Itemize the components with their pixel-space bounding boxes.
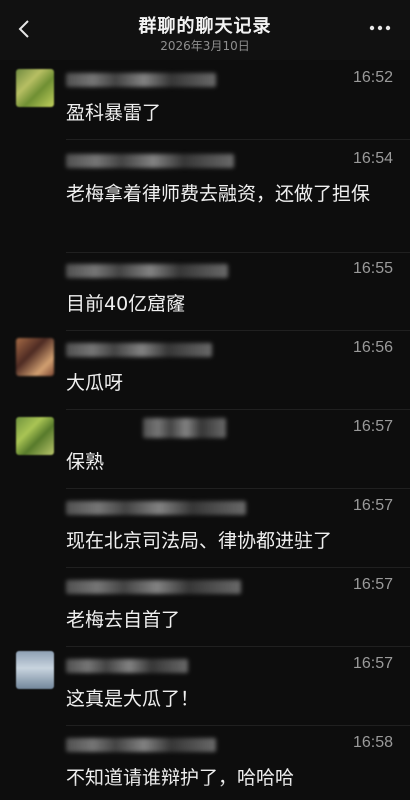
- message-time: 16:57: [352, 418, 393, 435]
- sender-name-blurred: [66, 73, 216, 87]
- sender-avatar: [16, 417, 54, 455]
- sender-name-blurred: [66, 659, 188, 673]
- message-text: 现在北京司法局、律协都进驻了: [66, 530, 333, 552]
- message-divider: [66, 252, 410, 253]
- message-text: 目前40亿窟窿: [66, 293, 186, 315]
- message-list: 16:52 盈科暴雷了 16:54 老梅拿着律师费去融资，还做了担保 16:55…: [0, 60, 410, 800]
- message-time: 16:57: [352, 655, 393, 672]
- sender-name-blurred: [66, 580, 241, 594]
- chat-date: 2026年3月10日: [160, 39, 250, 53]
- sender-name-blurred: [66, 738, 216, 752]
- message-text: 保熟: [66, 451, 105, 473]
- message-divider: [66, 725, 410, 726]
- sender-avatar: [16, 338, 54, 376]
- message-text: 老梅去自首了: [66, 609, 181, 631]
- message-divider: [66, 409, 410, 410]
- bottom-fade-overlay: [0, 782, 410, 800]
- message-time: 16:54: [352, 150, 393, 167]
- message-text: 老梅拿着律师费去融资，还做了担保: [66, 183, 371, 205]
- message-divider: [66, 330, 410, 331]
- sender-name-blurred: [143, 418, 226, 438]
- message-time: 16:58: [352, 734, 393, 751]
- chat-history-header: 群聊的聊天记录 2026年3月10日: [0, 0, 410, 60]
- message-divider: [66, 567, 410, 568]
- message-time: 16:57: [352, 497, 393, 514]
- sender-name-blurred: [66, 343, 212, 357]
- message-divider: [66, 488, 410, 489]
- message-text: 这真是大瓜了！: [66, 688, 200, 710]
- message-divider: [66, 139, 410, 140]
- sender-avatar: [16, 651, 54, 689]
- message-text: 大瓜呀: [66, 372, 124, 394]
- message-text: 盈科暴雷了: [66, 102, 162, 124]
- more-options-icon[interactable]: [368, 22, 392, 34]
- sender-avatar: [16, 69, 54, 107]
- message-time: 16:55: [352, 260, 393, 277]
- message-time: 16:52: [352, 69, 393, 86]
- message-time: 16:56: [352, 339, 393, 356]
- message-divider: [66, 646, 410, 647]
- sender-name-blurred: [66, 501, 246, 515]
- sender-name-blurred: [66, 264, 228, 278]
- page-title: 群聊的聊天记录: [138, 16, 272, 37]
- sender-name-blurred: [66, 154, 234, 168]
- message-time: 16:57: [352, 576, 393, 593]
